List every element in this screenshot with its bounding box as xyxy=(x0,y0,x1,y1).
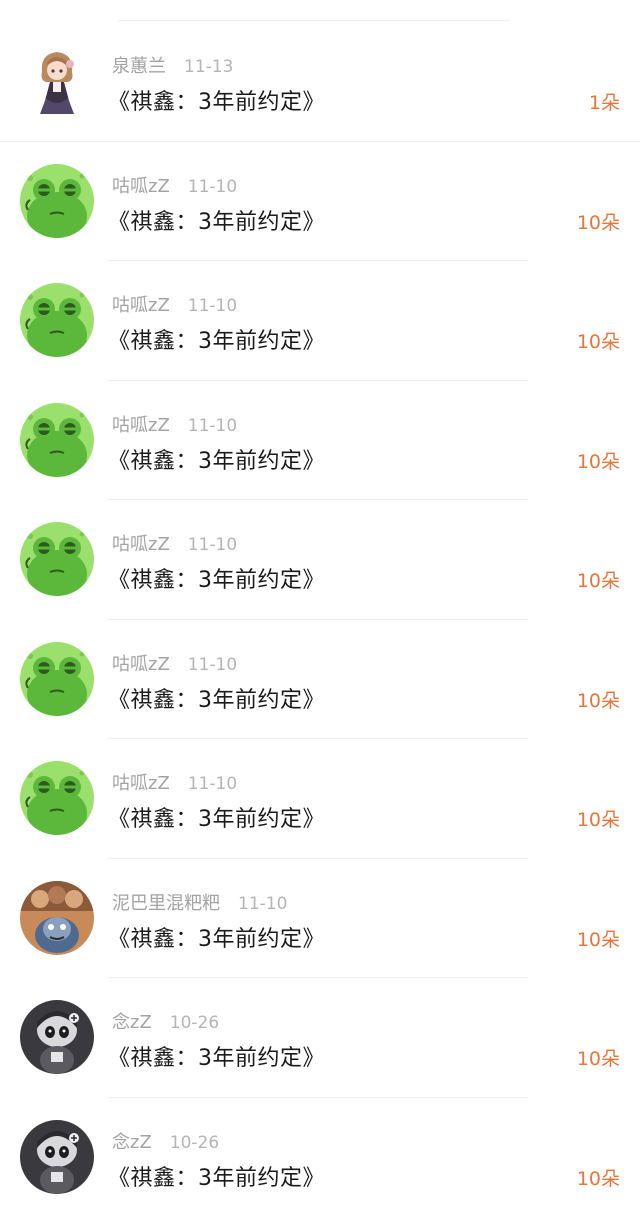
book-title[interactable]: 《祺鑫：3年前约定》 xyxy=(108,562,325,594)
frog-avatar[interactable] xyxy=(20,761,94,835)
robot-avatar[interactable] xyxy=(20,1120,94,1194)
robot-avatar[interactable] xyxy=(20,1000,94,1074)
frog-avatar[interactable] xyxy=(20,522,94,596)
list-item[interactable]: 念zZ 10-26 《祺鑫：3年前约定》 10朵 xyxy=(0,1098,640,1217)
gift-record-list: 泉蕙兰11-13 《祺鑫：3年前约定》 1朵 咕呱zZ11-10 《祺鑫： xyxy=(0,22,640,1217)
username[interactable]: 咕呱zZ xyxy=(112,534,170,555)
date: 11-10 xyxy=(188,177,237,197)
list-item[interactable]: 泉蕙兰 11-13 《祺鑫：3年前约定》 1朵 xyxy=(0,22,640,142)
date: 11-10 xyxy=(188,416,237,436)
record-meta: 咕呱zZ 11-10 xyxy=(112,291,237,317)
list-item[interactable]: 念zZ 10-26 《祺鑫：3年前约定》 10朵 xyxy=(0,978,640,1098)
cartoon-cat-avatar[interactable] xyxy=(20,881,94,955)
list-item[interactable]: 咕呱zZ 11-10 《祺鑫：3年前约定》 10朵 xyxy=(0,620,640,740)
date: 11-10 xyxy=(238,894,287,914)
date: 11-10 xyxy=(188,774,237,794)
username[interactable]: 念zZ xyxy=(112,1012,152,1033)
flower-count: 1朵 xyxy=(589,88,620,115)
flower-count: 10朵 xyxy=(577,208,620,235)
record-meta: 咕呱zZ 11-10 xyxy=(112,530,237,556)
frog-avatar[interactable] xyxy=(20,283,94,357)
date: 10-26 xyxy=(170,1133,219,1153)
date: 11-10 xyxy=(188,296,237,316)
list-item[interactable]: 咕呱zZ 11-10 《祺鑫：3年前约定》 10朵 xyxy=(0,739,640,859)
flower-count: 10朵 xyxy=(577,327,620,354)
book-title[interactable]: 《祺鑫：3年前约定》 xyxy=(108,204,325,236)
record-meta: 咕呱zZ 11-10 xyxy=(112,769,237,795)
record-meta: 念zZ 10-26 xyxy=(112,1008,219,1034)
book-title[interactable]: 《祺鑫：3年前约定》 xyxy=(108,443,325,475)
girl-avatar[interactable] xyxy=(20,44,94,118)
top-divider xyxy=(118,20,510,21)
flower-count: 10朵 xyxy=(577,1044,620,1071)
frog-avatar[interactable] xyxy=(20,164,94,238)
flower-count: 10朵 xyxy=(577,1164,620,1191)
date: 11-13 xyxy=(184,57,233,77)
username[interactable]: 泉蕙兰 xyxy=(112,56,166,77)
username[interactable]: 咕呱zZ xyxy=(112,773,170,794)
record-meta: 咕呱zZ 11-10 xyxy=(112,172,237,198)
flower-count: 10朵 xyxy=(577,805,620,832)
record-meta: 泉蕙兰 11-13 xyxy=(112,52,233,78)
list-item[interactable]: 咕呱zZ 11-10 《祺鑫：3年前约定》 10朵 xyxy=(0,142,640,262)
date: 10-26 xyxy=(170,1013,219,1033)
record-meta: 念zZ 10-26 xyxy=(112,1128,219,1154)
username[interactable]: 咕呱zZ xyxy=(112,176,170,197)
frog-avatar[interactable] xyxy=(20,642,94,716)
book-title[interactable]: 《祺鑫：3年前约定》 xyxy=(108,84,325,116)
frog-avatar[interactable] xyxy=(20,403,94,477)
list-item[interactable]: 泥巴里混粑粑 11-10 《祺鑫：3年前约定》 10朵 xyxy=(0,859,640,979)
username[interactable]: 泥巴里混粑粑 xyxy=(112,893,220,914)
list-item[interactable]: 咕呱zZ 11-10 《祺鑫：3年前约定》 10朵 xyxy=(0,381,640,501)
book-title[interactable]: 《祺鑫：3年前约定》 xyxy=(108,1040,325,1072)
record-meta: 咕呱zZ 11-10 xyxy=(112,411,237,437)
username[interactable]: 念zZ xyxy=(112,1132,152,1153)
username[interactable]: 咕呱zZ xyxy=(112,295,170,316)
book-title[interactable]: 《祺鑫：3年前约定》 xyxy=(108,682,325,714)
date: 11-10 xyxy=(188,655,237,675)
book-title[interactable]: 《祺鑫：3年前约定》 xyxy=(108,323,325,355)
flower-count: 10朵 xyxy=(577,686,620,713)
flower-count: 10朵 xyxy=(577,566,620,593)
record-meta: 泥巴里混粑粑 11-10 xyxy=(112,889,287,915)
list-item[interactable]: 咕呱zZ 11-10 《祺鑫：3年前约定》 10朵 xyxy=(0,500,640,620)
flower-count: 10朵 xyxy=(577,447,620,474)
list-item[interactable]: 咕呱zZ 11-10 《祺鑫：3年前约定》 10朵 xyxy=(0,261,640,381)
username[interactable]: 咕呱zZ xyxy=(112,415,170,436)
flower-count: 10朵 xyxy=(577,925,620,952)
username[interactable]: 咕呱zZ xyxy=(112,654,170,675)
book-title[interactable]: 《祺鑫：3年前约定》 xyxy=(108,1160,325,1192)
book-title[interactable]: 《祺鑫：3年前约定》 xyxy=(108,921,325,953)
book-title[interactable]: 《祺鑫：3年前约定》 xyxy=(108,801,325,833)
date: 11-10 xyxy=(188,535,237,555)
record-meta: 咕呱zZ 11-10 xyxy=(112,650,237,676)
